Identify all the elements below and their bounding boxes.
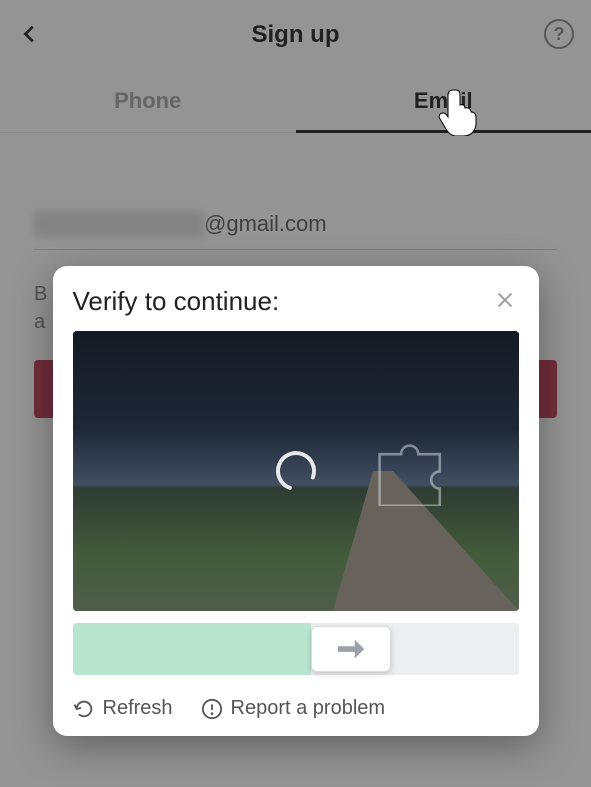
loading-spinner-icon (274, 449, 318, 493)
slider-handle[interactable] (311, 626, 391, 672)
puzzle-piece-icon (371, 437, 457, 507)
refresh-icon (73, 698, 95, 720)
captcha-modal: Verify to continue: (53, 266, 539, 736)
modal-title: Verify to continue: (73, 286, 280, 317)
refresh-button[interactable]: Refresh (73, 697, 173, 720)
alert-icon (201, 698, 223, 720)
signup-screen: Sign up ? Phone Email @gmail.com B a Ver… (0, 0, 591, 787)
modal-header: Verify to continue: (73, 286, 519, 317)
report-label: Report a problem (231, 697, 386, 720)
overlay-layer: Verify to continue: (0, 0, 591, 787)
arrow-right-icon (336, 637, 366, 661)
slider-progress (73, 623, 311, 675)
modal-actions: Refresh Report a problem (73, 697, 519, 720)
captcha-image (73, 331, 519, 611)
close-button[interactable] (491, 286, 519, 314)
captcha-slider-track[interactable] (73, 623, 519, 675)
refresh-label: Refresh (103, 697, 173, 720)
report-button[interactable]: Report a problem (201, 697, 386, 720)
close-icon (494, 289, 516, 311)
